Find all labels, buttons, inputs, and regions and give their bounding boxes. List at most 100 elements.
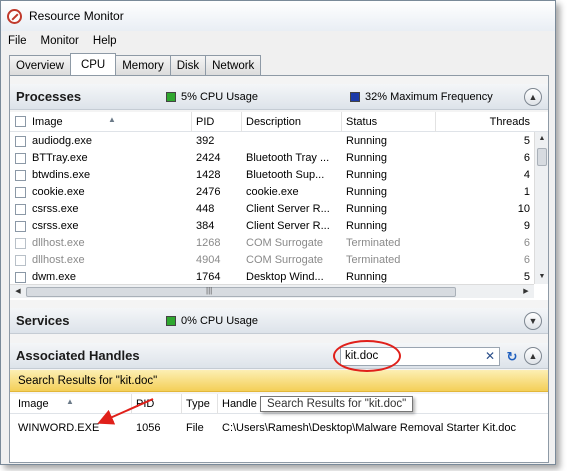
associated-handles-header[interactable]: Associated Handles kit.doc ✕ ↻ ▲: [10, 343, 548, 369]
process-checkbox[interactable]: [15, 221, 26, 232]
tab-network[interactable]: Network: [205, 55, 262, 75]
process-image: cookie.exe: [32, 186, 85, 198]
processes-title: Processes: [16, 89, 82, 104]
process-image: dllhost.exe: [32, 237, 85, 249]
process-pid: 4904: [196, 254, 221, 266]
title-bar[interactable]: Resource Monitor: [1, 1, 555, 31]
scroll-left-icon[interactable]: ◀: [12, 286, 24, 298]
services-cpu-swatch: [166, 316, 176, 326]
tab-overview[interactable]: Overview: [9, 55, 71, 75]
process-checkbox[interactable]: [15, 272, 26, 283]
process-threads: 9: [523, 220, 530, 232]
tab-cpu[interactable]: CPU: [69, 53, 117, 75]
column-description[interactable]: Description: [242, 112, 342, 132]
column-status[interactable]: Status: [342, 112, 436, 132]
process-status: Terminated: [346, 237, 401, 249]
process-row[interactable]: dllhost.exe 4904 COM Surrogate Terminated 6: [10, 252, 548, 269]
processes-table-header: Image ▲ PID Description Status Threads: [10, 112, 548, 132]
processes-collapse-button[interactable]: ▲: [524, 88, 542, 106]
process-status: Running: [346, 135, 387, 147]
scroll-right-icon[interactable]: ▶: [520, 286, 532, 298]
handles-row[interactable]: WINWORD.EXE 1056 File C:\Users\Ramesh\De…: [10, 420, 548, 437]
process-status: Running: [346, 203, 387, 215]
services-cpu-usage: 0% CPU Usage: [166, 315, 258, 327]
process-description: COM Surrogate: [246, 254, 324, 266]
select-all-checkbox[interactable]: [15, 116, 26, 127]
processes-table: Image ▲ PID Description Status Threads a…: [10, 112, 548, 300]
process-image: BTTray.exe: [32, 152, 88, 164]
process-checkbox[interactable]: [15, 204, 26, 215]
process-row[interactable]: btwdins.exe 1428 Bluetooth Sup... Running 4: [10, 167, 548, 184]
process-image: csrss.exe: [32, 220, 79, 232]
process-checkbox[interactable]: [15, 238, 26, 249]
process-checkbox[interactable]: [15, 170, 26, 181]
process-status: Running: [346, 169, 387, 181]
process-description: Bluetooth Sup...: [246, 169, 325, 181]
column-image-label: Image: [32, 116, 63, 128]
processes-horizontal-scrollbar[interactable]: ◀ ||| ▶: [10, 284, 534, 298]
process-checkbox[interactable]: [15, 136, 26, 147]
sort-up-icon: ▲: [66, 397, 74, 406]
services-expand-button[interactable]: ▼: [524, 312, 542, 330]
process-row[interactable]: audiodg.exe 392 Running 5: [10, 133, 548, 150]
process-checkbox[interactable]: [15, 153, 26, 164]
process-pid: 448: [196, 203, 215, 215]
column-pid[interactable]: PID: [192, 112, 242, 132]
services-header[interactable]: Services 0% CPU Usage ▼: [10, 308, 548, 334]
services-cpu-usage-label: 0% CPU Usage: [181, 315, 259, 327]
handles-column-pid[interactable]: PID: [132, 394, 182, 414]
handles-search-input[interactable]: kit.doc ✕: [340, 347, 500, 366]
clear-search-icon[interactable]: ✕: [485, 348, 495, 365]
processes-header[interactable]: Processes 5% CPU Usage 32% Maximum Frequ…: [10, 84, 548, 110]
handles-column-image[interactable]: Image ▲: [14, 394, 132, 414]
chevron-down-icon: ▼: [528, 316, 538, 326]
resource-monitor-window: Resource Monitor File Monitor Help Overv…: [0, 0, 556, 465]
process-image: csrss.exe: [32, 203, 79, 215]
processes-vertical-scrollbar[interactable]: ▲ ▼: [534, 132, 548, 284]
process-pid: 2424: [196, 152, 221, 164]
process-row[interactable]: cookie.exe 2476 cookie.exe Running 1: [10, 184, 548, 201]
scroll-down-icon[interactable]: ▼: [536, 271, 548, 283]
column-threads[interactable]: Threads: [436, 112, 534, 132]
resource-monitor-icon: [7, 8, 22, 24]
process-status: Running: [346, 152, 387, 164]
tab-memory[interactable]: Memory: [115, 55, 171, 75]
refresh-icon[interactable]: ↻: [504, 349, 520, 365]
scroll-up-icon[interactable]: ▲: [536, 133, 548, 145]
process-threads: 5: [523, 135, 530, 147]
handles-search-value: kit.doc: [345, 350, 379, 362]
horizontal-scroll-thumb[interactable]: [26, 287, 456, 297]
search-results-tooltip: Search Results for "kit.doc": [260, 396, 414, 412]
process-pid: 1428: [196, 169, 221, 181]
process-description: Client Server R...: [246, 203, 330, 215]
menu-file[interactable]: File: [1, 35, 34, 47]
processes-cpu-usage: 5% CPU Usage: [166, 91, 258, 103]
process-checkbox[interactable]: [15, 255, 26, 266]
process-image: audiodg.exe: [32, 135, 92, 147]
menu-monitor[interactable]: Monitor: [34, 35, 86, 47]
tab-disk[interactable]: Disk: [169, 55, 207, 75]
column-image[interactable]: Image ▲: [28, 112, 192, 132]
window-title: Resource Monitor: [29, 9, 124, 23]
process-row[interactable]: csrss.exe 448 Client Server R... Running 10: [10, 201, 548, 218]
menu-help[interactable]: Help: [86, 35, 124, 47]
process-pid: 392: [196, 135, 215, 147]
process-row[interactable]: dllhost.exe 1268 COM Surrogate Terminated 6: [10, 235, 548, 252]
processes-cpu-usage-label: 5% CPU Usage: [181, 91, 259, 103]
chevron-up-icon: ▲: [528, 351, 538, 361]
vertical-scroll-thumb[interactable]: [537, 148, 547, 166]
process-checkbox[interactable]: [15, 187, 26, 198]
process-status: Running: [346, 220, 387, 232]
cpu-usage-swatch: [166, 92, 176, 102]
scroll-grip-icon: |||: [206, 286, 213, 295]
process-threads: 10: [517, 203, 530, 215]
handles-column-type[interactable]: Type: [182, 394, 218, 414]
services-title: Services: [16, 313, 70, 328]
process-row[interactable]: BTTray.exe 2424 Bluetooth Tray ... Running 6: [10, 150, 548, 167]
tab-strip: Overview CPU Memory Disk Network: [9, 53, 262, 75]
process-row[interactable]: csrss.exe 384 Client Server R... Running 9: [10, 218, 548, 235]
handles-collapse-button[interactable]: ▲: [524, 347, 542, 365]
sort-up-icon: ▲: [108, 115, 116, 124]
process-threads: 6: [523, 237, 530, 249]
handle-image: WINWORD.EXE: [18, 422, 100, 434]
